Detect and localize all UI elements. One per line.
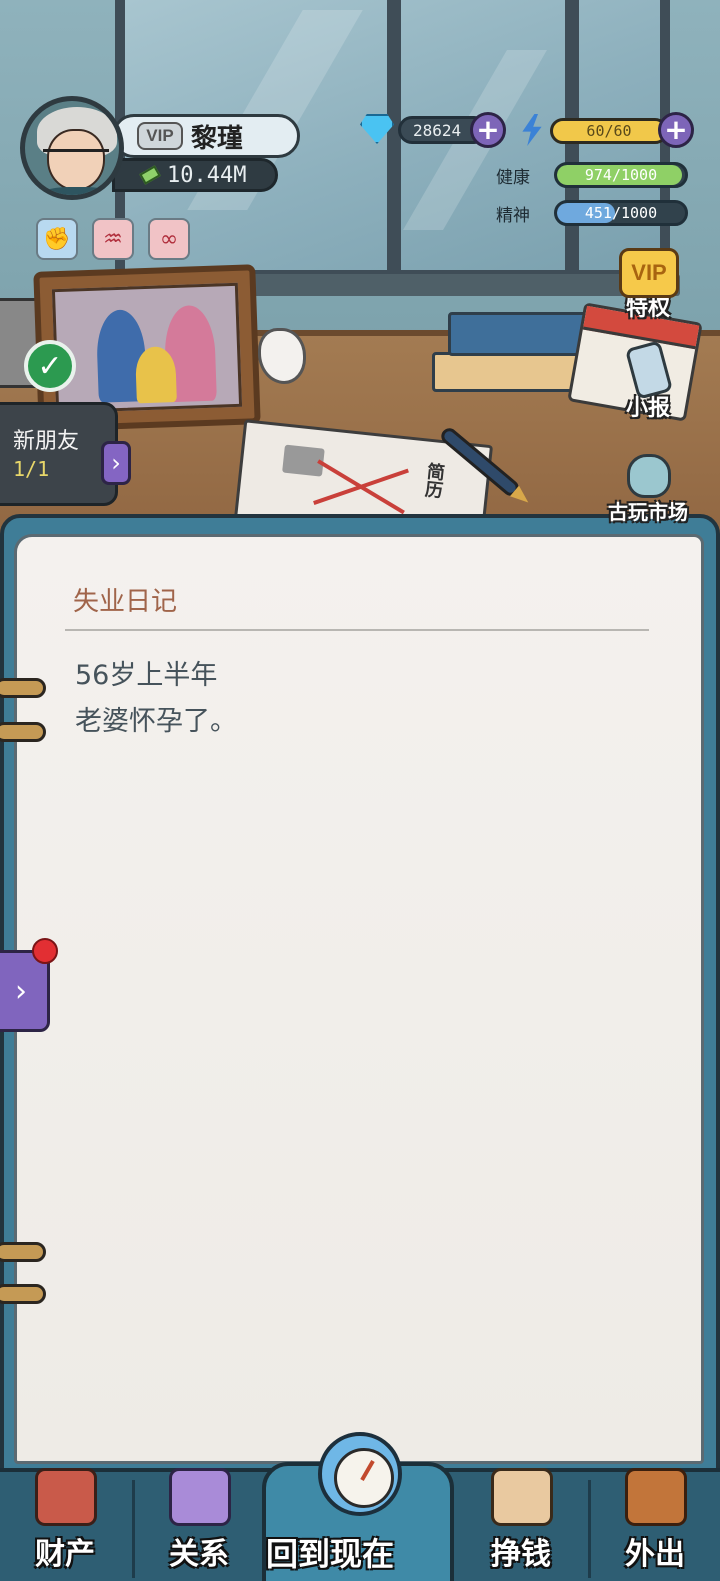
newspaper-icon: [624, 340, 674, 400]
nav-assets[interactable]: 财产: [0, 1468, 130, 1581]
antique-market-button[interactable]: 古玩市场: [598, 452, 698, 525]
nav-back-to-now[interactable]: 回到现在: [262, 1432, 454, 1581]
diary-title: 失业日记: [73, 587, 178, 617]
spirit-value: 451/1000: [584, 204, 658, 222]
red-cross: [313, 468, 409, 505]
diamond-icon: [360, 114, 394, 144]
health-label: 健康: [496, 167, 530, 188]
diary-entry: 老婆怀孕了。: [75, 706, 237, 737]
health-value: 974/1000: [584, 166, 658, 184]
contacts-book-icon: [169, 1468, 231, 1526]
fist-icon[interactable]: ✊: [36, 218, 78, 260]
new-friend-tab[interactable]: 新朋友 1/1 ›: [0, 402, 131, 506]
book: [432, 352, 592, 392]
add-gems-button[interactable]: +: [470, 112, 506, 148]
vip-badge-icon: VIP: [619, 248, 679, 298]
diary-divider: [65, 629, 649, 631]
binder-ring: [0, 1242, 46, 1262]
fist-money-icon: [491, 1468, 553, 1526]
resume-text: 简历: [421, 461, 446, 500]
money-value: 10.44M: [167, 162, 247, 188]
player-name: 黎瑾: [191, 123, 244, 154]
energy-counter: 60/60 +: [520, 112, 700, 148]
spirit-stat: 精神 451/1000: [496, 200, 688, 226]
avatar-glasses: [43, 149, 109, 161]
binder-ring: [0, 1284, 46, 1304]
newspaper-button[interactable]: 小报: [598, 340, 698, 422]
stomach-icon[interactable]: ∞: [148, 218, 190, 260]
money-display: 10.44M: [112, 158, 278, 192]
nav-assets-label: 财产: [35, 1537, 95, 1572]
player-name-pill[interactable]: VIP 黎瑾: [112, 114, 300, 158]
photo-inner: [51, 282, 243, 414]
vip-tag: VIP: [137, 122, 183, 150]
nav-go-out[interactable]: 外出: [590, 1468, 720, 1581]
vip-privilege-button[interactable]: VIP 特权: [598, 248, 698, 322]
spirit-label: 精神: [496, 205, 530, 226]
nav-back-to-now-label: 回到现在: [266, 1535, 395, 1573]
player-avatar[interactable]: [20, 96, 124, 200]
antique-market-label: 古玩市场: [608, 500, 688, 524]
chevron-right-icon[interactable]: ›: [101, 441, 131, 485]
notification-dot: [32, 938, 58, 964]
antique-icon-wrap: [613, 452, 683, 498]
newspaper-icon-wrap: [613, 340, 683, 400]
nav-earn-money-label: 挣钱: [491, 1537, 551, 1572]
vip-icon-wrap: VIP: [613, 248, 683, 306]
cash-icon: [139, 165, 161, 185]
health-bar: 974/1000: [554, 162, 688, 188]
add-energy-button[interactable]: +: [658, 112, 694, 148]
door-icon: [625, 1468, 687, 1526]
nav-relations-label: 关系: [169, 1537, 229, 1572]
bottom-nav: 财产 关系 回到现在 挣钱 外出: [0, 1432, 720, 1581]
health-stat: 健康 974/1000: [496, 162, 688, 188]
lightning-icon: [522, 114, 542, 146]
binder-ring: [0, 722, 46, 742]
status-effects: ✊ ♒ ∞: [36, 218, 190, 260]
new-friend-title: 新朋友: [13, 429, 80, 454]
check-icon: ✓: [24, 340, 76, 392]
house-icon: [35, 1468, 97, 1526]
nav-earn-money[interactable]: 挣钱: [456, 1468, 586, 1581]
vase-icon: [627, 454, 671, 498]
binder-ring: [0, 678, 46, 698]
diary-page[interactable]: 失业日记 56岁上半年 老婆怀孕了。: [14, 534, 704, 1464]
nav-relations[interactable]: 关系: [134, 1468, 264, 1581]
spirit-bar: 451/1000: [554, 200, 688, 226]
new-friend-count: 1/1: [13, 457, 50, 481]
alarm-clock-icon: [318, 1432, 402, 1516]
diary-entry: 56岁上半年: [75, 660, 218, 691]
lungs-icon[interactable]: ♒: [92, 218, 134, 260]
energy-value: 60/60: [550, 118, 668, 144]
nav-go-out-label: 外出: [625, 1537, 685, 1572]
gem-counter: 28624 +: [360, 112, 506, 148]
